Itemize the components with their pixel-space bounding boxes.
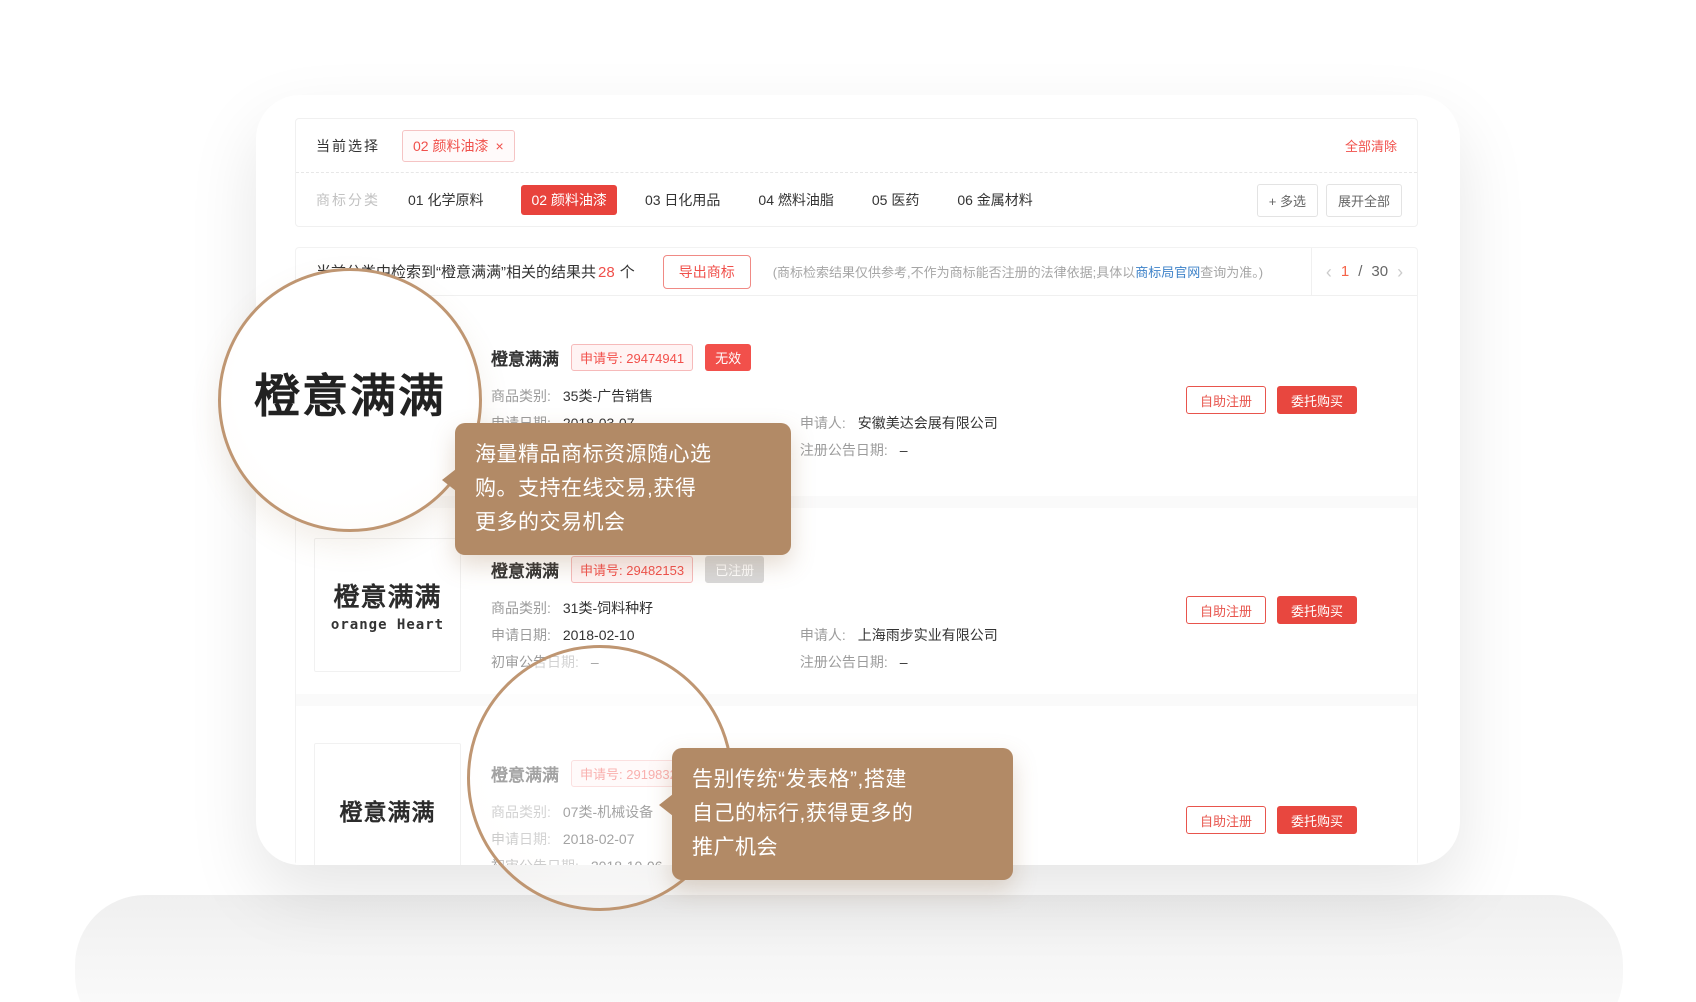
category-item-05[interactable]: 05 医药	[872, 190, 919, 210]
trademark-office-link[interactable]: 商标局官网	[1135, 265, 1200, 280]
applicant-value: 上海雨步实业有限公司	[858, 627, 998, 643]
page: 当前选择 02 颜料油漆 × 全部清除 商标分类 01 化学原料 02 颜料油漆…	[0, 0, 1696, 1002]
category-bar: 商标分类 01 化学原料 02 颜料油漆 03 日化用品 04 燃料油脂 05 …	[296, 173, 1417, 227]
status-badge-registered: 已注册	[705, 556, 764, 583]
results-count: 28	[598, 264, 615, 281]
tooltip-arrow-icon	[442, 469, 456, 491]
total-pages: 30	[1371, 263, 1388, 280]
remove-tag-icon[interactable]: ×	[495, 139, 503, 153]
entrust-buy-button[interactable]: 委托购买	[1277, 386, 1357, 414]
magnifier-circle-top: 橙意满满	[218, 268, 482, 532]
current-selection-bar: 当前选择 02 颜料油漆 × 全部清除	[296, 119, 1417, 173]
self-register-button[interactable]: 自助注册	[1186, 596, 1266, 624]
selected-filter-tag-label: 02 颜料油漆	[413, 136, 488, 156]
status-badge-invalid: 无效	[705, 344, 751, 371]
prev-page-icon[interactable]: ‹	[1326, 263, 1332, 281]
entrust-buy-button[interactable]: 委托购买	[1277, 806, 1357, 834]
trademark-image-subtext: orange Heart	[331, 617, 444, 633]
magnified-trademark-text: 橙意满满	[254, 360, 446, 426]
category-item-04[interactable]: 04 燃料油脂	[758, 190, 833, 210]
export-trademarks-button[interactable]: 导出商标	[663, 255, 751, 289]
tooltip-arrow-icon	[659, 794, 673, 816]
category-label: 商标分类	[316, 190, 380, 210]
category-item-01[interactable]: 01 化学原料	[408, 190, 483, 210]
category-value: 31类-饲料种籽	[563, 600, 653, 616]
apply-date-value: 2018-02-10	[563, 627, 635, 643]
tooltip-promotion: 告别传统“发表格”,搭建 自己的标行,获得更多的 推广机会	[672, 748, 1013, 880]
disclaimer-note: (商标检索结果仅供参考,不作为商标能否注册的法律依据;具体以商标局官网查询为准。…	[773, 262, 1263, 281]
self-register-button[interactable]: 自助注册	[1186, 386, 1266, 414]
clear-all-button[interactable]: 全部清除	[1345, 136, 1397, 155]
application-number-tag: 申请号: 29474941	[571, 344, 693, 371]
trademark-name[interactable]: 橙意满满	[491, 345, 559, 370]
device-pedestal	[75, 895, 1623, 1002]
application-number-tag: 申请号: 29482153	[571, 556, 693, 583]
multi-select-button[interactable]: + 多选	[1257, 184, 1318, 217]
trademark-image-2[interactable]: 橙意满满 orange Heart	[314, 538, 461, 672]
category-value: 35类-广告销售	[563, 388, 653, 404]
category-item-06[interactable]: 06 金属材料	[957, 190, 1032, 210]
self-register-button[interactable]: 自助注册	[1186, 806, 1266, 834]
row-separator	[296, 694, 1417, 706]
applicant-value: 安徽美达会展有限公司	[858, 415, 998, 431]
next-page-icon[interactable]: ›	[1397, 263, 1403, 281]
current-selection-label: 当前选择	[316, 136, 380, 156]
entrust-buy-button[interactable]: 委托购买	[1277, 596, 1357, 624]
selected-filter-tag[interactable]: 02 颜料油漆 ×	[402, 130, 515, 162]
tooltip-marketplace: 海量精品商标资源随心选 购。支持在线交易,获得 更多的交易机会	[455, 423, 791, 555]
results-header: 当前分类中检索到“橙意满满”相关的结果共28个 导出商标 (商标检索结果仅供参考…	[296, 248, 1417, 296]
category-item-02-active[interactable]: 02 颜料油漆	[521, 185, 616, 215]
trademark-image-3[interactable]: 橙意满满	[314, 743, 461, 865]
trademark-name[interactable]: 橙意满满	[491, 557, 559, 582]
current-page: 1	[1341, 263, 1349, 280]
expand-all-button[interactable]: 展开全部	[1326, 184, 1402, 217]
filter-panel: 当前选择 02 颜料油漆 × 全部清除 商标分类 01 化学原料 02 颜料油漆…	[295, 118, 1418, 227]
pagination: ‹ 1 / 30 ›	[1311, 248, 1417, 296]
category-item-03[interactable]: 03 日化用品	[645, 190, 720, 210]
